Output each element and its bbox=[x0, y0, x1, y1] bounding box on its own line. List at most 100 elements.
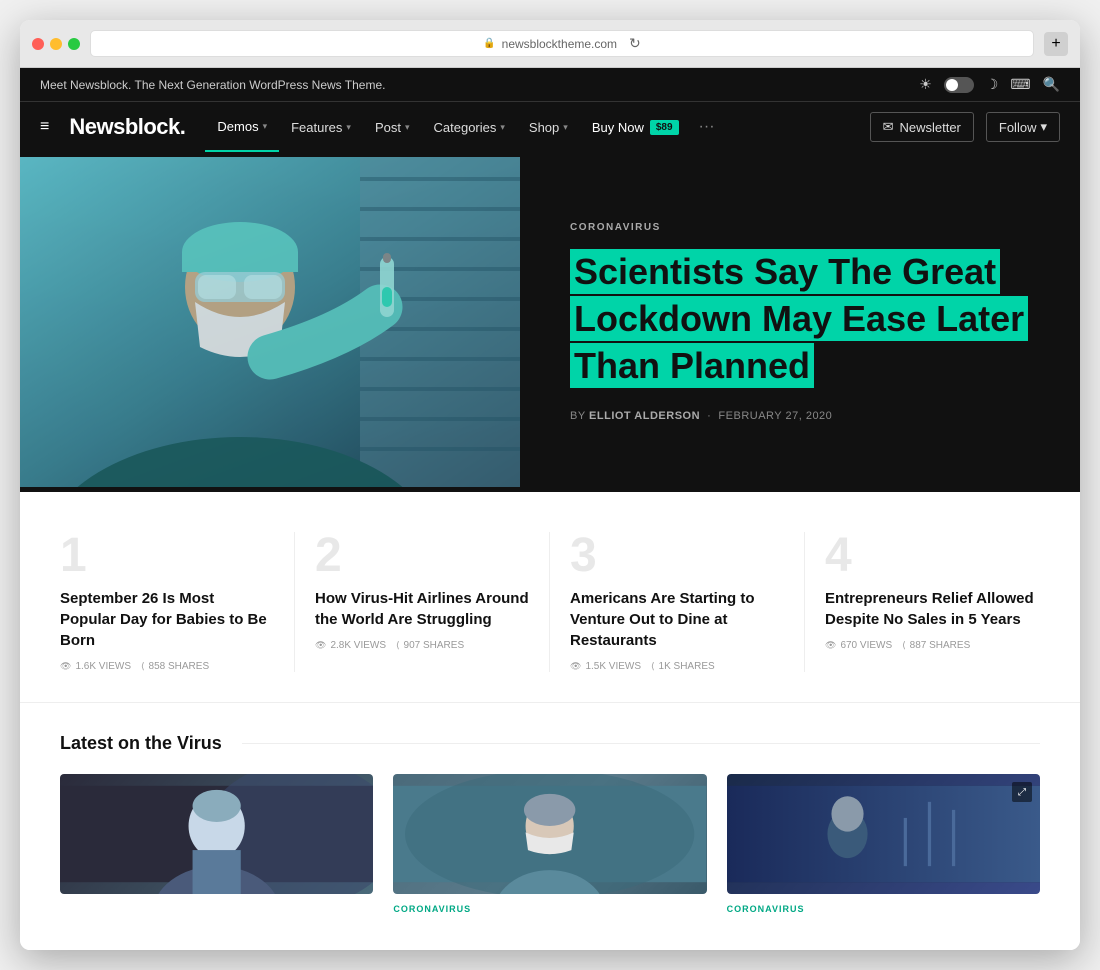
article-number-2: 2 bbox=[315, 532, 529, 580]
top-bar-icons: ☀ ☽ ⌨ 🔍 bbox=[919, 76, 1060, 93]
nav-categories[interactable]: Categories ▾ bbox=[422, 104, 517, 151]
hero-image bbox=[20, 157, 520, 487]
article-title-1[interactable]: September 26 Is Most Popular Day for Bab… bbox=[60, 588, 274, 651]
latest-grid: CORONAVIRUS ⤢ bbox=[60, 774, 1040, 920]
shares-count-2: 907 SHARES bbox=[404, 640, 465, 651]
numbered-article-2: 2 How Virus-Hit Airlines Around the Worl… bbox=[295, 532, 550, 672]
keyboard-icon[interactable]: ⌨ bbox=[1010, 76, 1030, 93]
views-icon-2: 👁 bbox=[315, 640, 326, 651]
demos-arrow: ▾ bbox=[263, 121, 268, 132]
article-meta-1: 👁 1.6K VIEWS ⟨ 858 SHARES bbox=[60, 661, 274, 672]
latest-card-image-3: ⤢ bbox=[727, 774, 1040, 894]
article-meta-4: 👁 670 VIEWS ⟨ 887 SHARES bbox=[825, 640, 1040, 651]
latest-section-title: Latest on the Virus bbox=[60, 733, 222, 754]
hero-title: Scientists Say The Great Lockdown May Ea… bbox=[570, 249, 1030, 389]
nav-demos[interactable]: Demos ▾ bbox=[205, 103, 279, 152]
shop-arrow: ▾ bbox=[563, 122, 568, 133]
maximize-dot[interactable] bbox=[68, 38, 80, 50]
hero-category: CORONAVIRUS bbox=[570, 222, 1030, 233]
hero-section: CORONAVIRUS Scientists Say The Great Loc… bbox=[20, 152, 1080, 492]
theme-toggle[interactable] bbox=[944, 77, 974, 93]
latest-card-image-1 bbox=[60, 774, 373, 894]
numbered-article-1: 1 September 26 Is Most Popular Day for B… bbox=[40, 532, 295, 672]
hero-title-line3: Than Planned bbox=[570, 343, 814, 388]
nav-post[interactable]: Post ▾ bbox=[363, 104, 422, 151]
article-number-4: 4 bbox=[825, 532, 1040, 580]
article-meta-2: 👁 2.8K VIEWS ⟨ 907 SHARES bbox=[315, 640, 529, 651]
nav-shop[interactable]: Shop ▾ bbox=[517, 104, 580, 151]
buy-badge: $89 bbox=[650, 120, 679, 135]
newsletter-icon: ✉ bbox=[883, 119, 894, 135]
follow-arrow-icon: ▾ bbox=[1040, 119, 1047, 135]
article-title-2[interactable]: How Virus-Hit Airlines Around the World … bbox=[315, 588, 529, 630]
article-number-3: 3 bbox=[570, 532, 784, 580]
site-logo[interactable]: Newsblock. bbox=[69, 114, 185, 140]
hero-content: CORONAVIRUS Scientists Say The Great Loc… bbox=[520, 182, 1080, 461]
latest-card-3[interactable]: ⤢ bbox=[727, 774, 1040, 920]
browser-window: 🔒 newsblocktheme.com ↻ + Meet Newsblock.… bbox=[20, 20, 1080, 950]
views-count-1: 1.6K VIEWS bbox=[75, 661, 131, 672]
article-number-1: 1 bbox=[60, 532, 274, 580]
nav-features[interactable]: Features ▾ bbox=[279, 104, 363, 151]
card1-illustration bbox=[60, 774, 373, 894]
site-content: Meet Newsblock. The Next Generation Word… bbox=[20, 68, 1080, 950]
sun-icon[interactable]: ☀ bbox=[919, 76, 932, 93]
views-icon-3: 👁 bbox=[570, 661, 581, 672]
shares-count-4: 887 SHARES bbox=[910, 640, 971, 651]
article-meta-3: 👁 1.5K VIEWS ⟨ 1K SHARES bbox=[570, 661, 784, 672]
follow-button[interactable]: Follow ▾ bbox=[986, 112, 1060, 142]
shares-icon-3: ⟨ bbox=[651, 661, 655, 672]
article-title-4[interactable]: Entrepreneurs Relief Allowed Despite No … bbox=[825, 588, 1040, 630]
scientist-illustration bbox=[20, 157, 520, 487]
browser-chrome: 🔒 newsblocktheme.com ↻ + bbox=[20, 20, 1080, 68]
expand-icon[interactable]: ⤢ bbox=[1012, 782, 1032, 802]
new-tab-button[interactable]: + bbox=[1044, 32, 1068, 56]
card2-illustration bbox=[393, 774, 706, 894]
top-bar: Meet Newsblock. The Next Generation Word… bbox=[20, 68, 1080, 101]
hero-title-line1: Scientists Say The Great bbox=[570, 249, 1000, 294]
latest-card-2[interactable]: CORONAVIRUS bbox=[393, 774, 706, 920]
announcement-text: Meet Newsblock. The Next Generation Word… bbox=[40, 78, 385, 92]
latest-section: Latest on the Virus bbox=[20, 703, 1080, 950]
browser-dots bbox=[32, 38, 80, 50]
views-count-4: 670 VIEWS bbox=[840, 640, 892, 651]
search-icon[interactable]: 🔍 bbox=[1043, 76, 1060, 93]
latest-header: Latest on the Virus bbox=[60, 733, 1040, 754]
card3-category: CORONAVIRUS bbox=[727, 904, 1040, 914]
reload-icon[interactable]: ↻ bbox=[629, 35, 641, 52]
close-dot[interactable] bbox=[32, 38, 44, 50]
views-count-3: 1.5K VIEWS bbox=[585, 661, 641, 672]
latest-card-1[interactable] bbox=[60, 774, 373, 920]
categories-arrow: ▾ bbox=[500, 122, 505, 133]
shares-count-3: 1K SHARES bbox=[659, 661, 715, 672]
nav-left: ≡ Newsblock. Demos ▾ Features ▾ Post ▾ bbox=[40, 102, 723, 152]
numbered-article-3: 3 Americans Are Starting to Venture Out … bbox=[550, 532, 805, 672]
shares-icon-2: ⟨ bbox=[396, 640, 400, 651]
address-text: newsblocktheme.com bbox=[502, 37, 617, 51]
hamburger-icon[interactable]: ≡ bbox=[40, 118, 49, 136]
nav-buy-now[interactable]: Buy Now $89 bbox=[580, 104, 691, 151]
card2-category: CORONAVIRUS bbox=[393, 904, 706, 914]
shares-icon-1: ⟨ bbox=[141, 661, 145, 672]
features-arrow: ▾ bbox=[346, 122, 351, 133]
hero-author[interactable]: ELLIOT ALDERSON bbox=[589, 410, 700, 422]
numbered-article-4: 4 Entrepreneurs Relief Allowed Despite N… bbox=[805, 532, 1060, 672]
newsletter-button[interactable]: ✉ Newsletter bbox=[870, 112, 974, 142]
numbered-articles-section: 1 September 26 Is Most Popular Day for B… bbox=[20, 492, 1080, 703]
nav-right: ✉ Newsletter Follow ▾ bbox=[870, 112, 1060, 142]
address-bar[interactable]: 🔒 newsblocktheme.com ↻ bbox=[90, 30, 1034, 57]
hero-meta: BY ELLIOT ALDERSON · FEBRUARY 27, 2020 bbox=[570, 410, 1030, 422]
hero-author-prefix: BY bbox=[570, 410, 585, 422]
moon-icon[interactable]: ☽ bbox=[986, 76, 999, 93]
views-count-2: 2.8K VIEWS bbox=[330, 640, 386, 651]
nav-more-dots[interactable]: ··· bbox=[691, 102, 723, 152]
minimize-dot[interactable] bbox=[50, 38, 62, 50]
shares-count-1: 858 SHARES bbox=[149, 661, 210, 672]
latest-divider bbox=[242, 743, 1040, 744]
follow-label: Follow bbox=[999, 120, 1037, 135]
newsletter-label: Newsletter bbox=[899, 120, 960, 135]
shares-icon-4: ⟨ bbox=[902, 640, 906, 651]
hero-date: FEBRUARY 27, 2020 bbox=[718, 410, 832, 422]
main-nav: ≡ Newsblock. Demos ▾ Features ▾ Post ▾ bbox=[20, 101, 1080, 152]
article-title-3[interactable]: Americans Are Starting to Venture Out to… bbox=[570, 588, 784, 651]
